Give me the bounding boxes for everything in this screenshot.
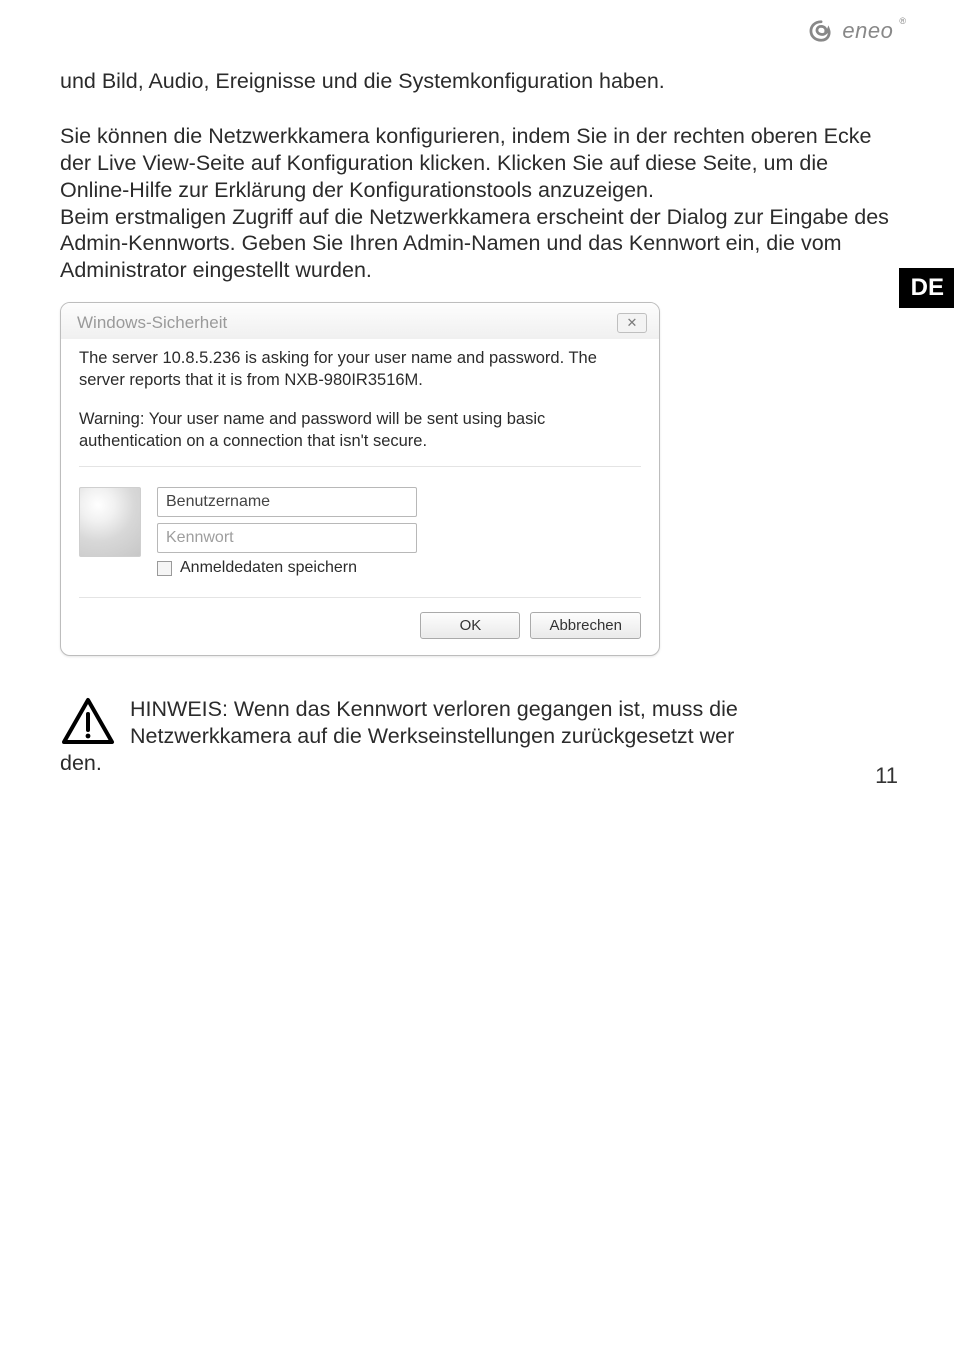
brand-name: eneo (842, 18, 893, 44)
dialog-titlebar: Windows-Sicherheit ✕ (61, 303, 659, 339)
windows-security-dialog: Windows-Sicherheit ✕ The server 10.8.5.2… (60, 302, 660, 656)
page-number: 11 (875, 763, 898, 789)
brand-logo: eneo ® (808, 18, 906, 44)
language-tab: DE (899, 268, 954, 308)
paragraph-2: Sie können die Netzwerkkamera konfigurie… (60, 123, 894, 204)
swirl-icon (808, 19, 836, 43)
close-icon: ✕ (627, 315, 638, 331)
cancel-button[interactable]: Abbrechen (530, 612, 641, 639)
brand-reg: ® (899, 16, 906, 26)
dialog-warning: Warning: Your user name and password wil… (79, 408, 641, 468)
note-block: HINWEIS: Wenn das Kennwort verloren gega… (60, 696, 894, 777)
note-line-2: Netzwerkkamera auf die Werkseinstellunge… (130, 724, 734, 748)
note-line-3: den. (60, 750, 894, 777)
remember-checkbox[interactable] (157, 561, 172, 576)
note-text: HINWEIS: Wenn das Kennwort verloren gega… (130, 696, 894, 777)
dialog-title: Windows-Sicherheit (77, 313, 227, 333)
avatar-icon (79, 487, 141, 557)
paragraph-3: Beim erstmaligen Zugriff auf die Netzwer… (60, 204, 894, 285)
remember-label: Anmeldedaten speichern (180, 559, 357, 577)
dialog-message: The server 10.8.5.236 is asking for your… (79, 347, 641, 392)
username-field[interactable] (157, 487, 417, 517)
ok-button[interactable]: OK (420, 612, 520, 639)
dialog-close-button[interactable]: ✕ (617, 313, 647, 333)
note-line-1: HINWEIS: Wenn das Kennwort verloren gega… (130, 697, 738, 721)
warning-icon (60, 696, 116, 746)
paragraph-1: und Bild, Audio, Ereignisse und die Syst… (60, 68, 894, 95)
password-field[interactable] (157, 523, 417, 553)
